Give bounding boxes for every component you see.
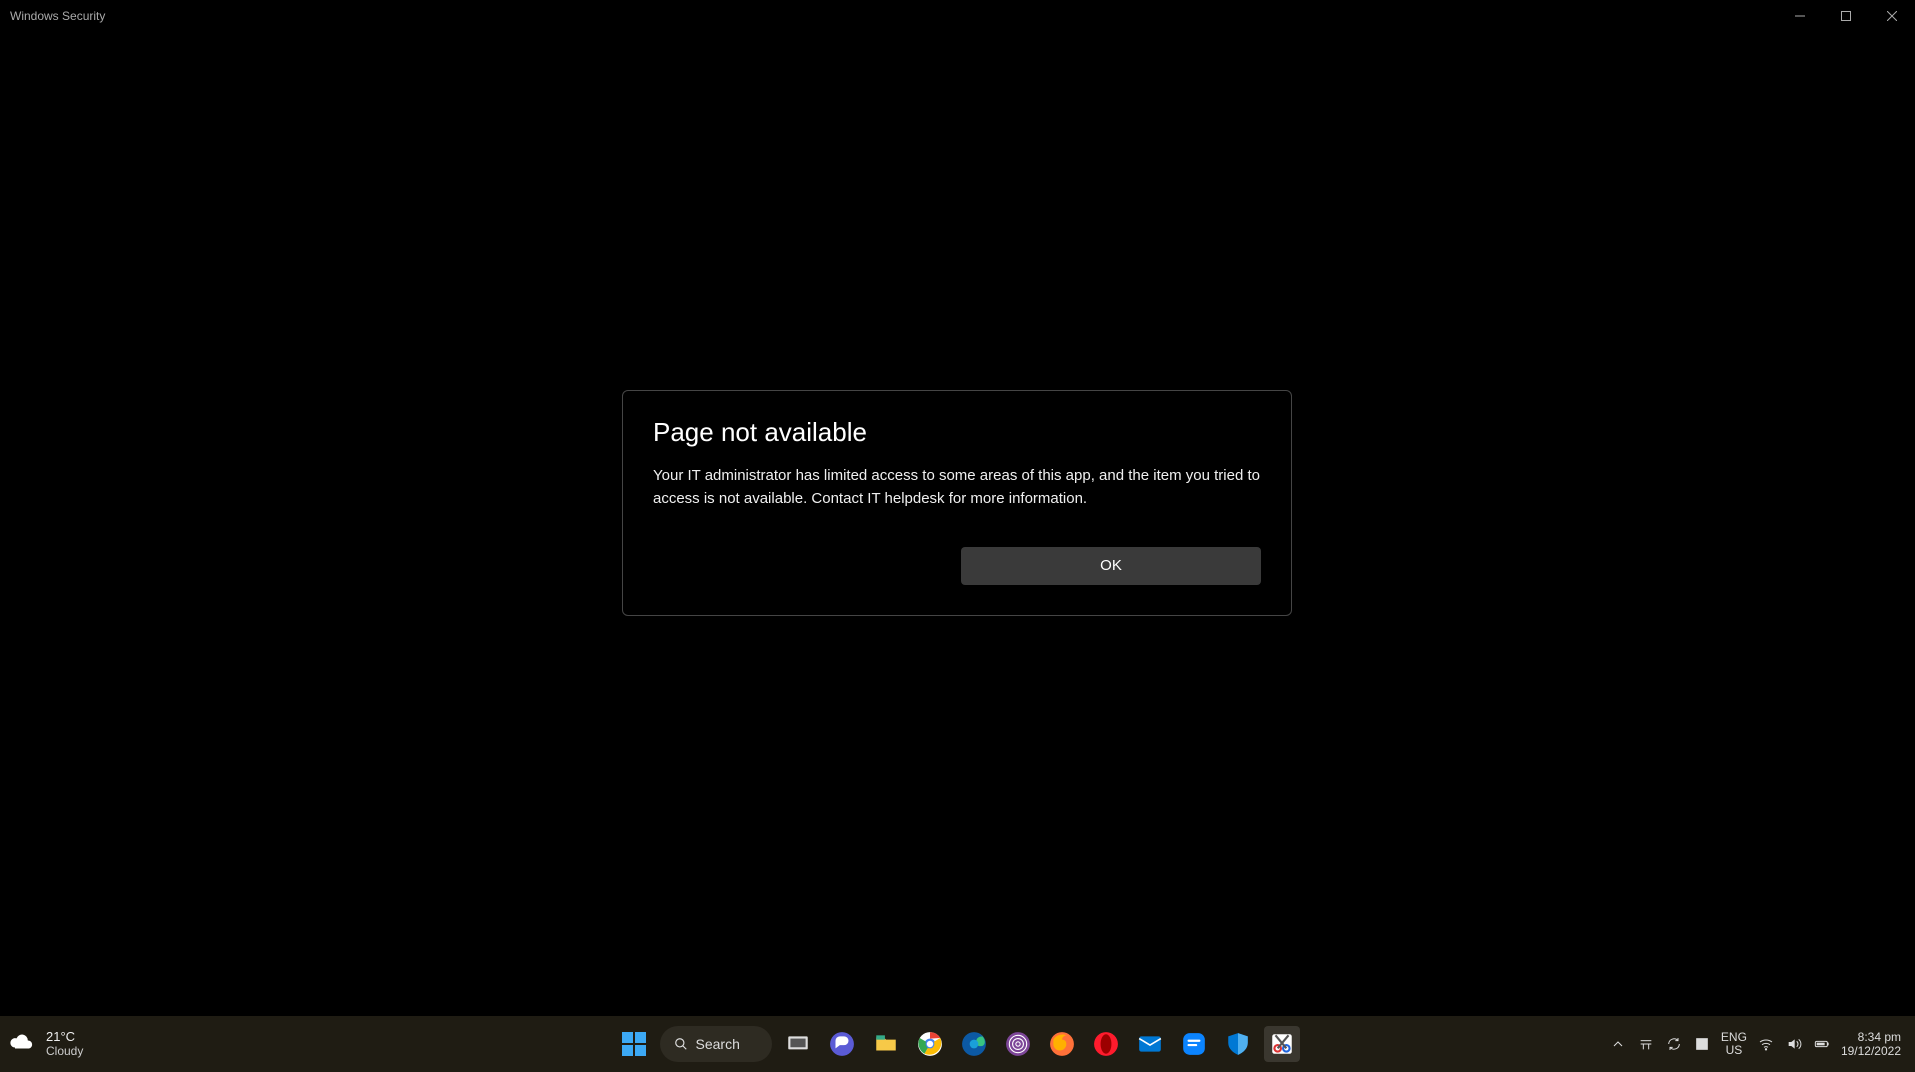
window-title: Windows Security	[10, 9, 105, 23]
search-label: Search	[696, 1036, 740, 1052]
tray-chevron-icon[interactable]	[1609, 1035, 1627, 1053]
taskbar: 21°C Cloudy Search	[0, 1016, 1915, 1072]
weather-text: 21°C Cloudy	[46, 1030, 83, 1057]
window-controls	[1777, 0, 1915, 32]
mail-icon[interactable]	[1132, 1026, 1168, 1062]
weather-icon	[8, 1030, 36, 1058]
svg-text:M: M	[1699, 1042, 1705, 1049]
maximize-button[interactable]	[1823, 0, 1869, 32]
windows-logo-icon	[622, 1032, 646, 1056]
battery-icon[interactable]	[1813, 1035, 1831, 1053]
minimize-button[interactable]	[1777, 0, 1823, 32]
dialog-body: Your IT administrator has limited access…	[653, 464, 1261, 511]
taskbar-right: M ENG US 8:34 pm 19/12/2022	[1609, 1030, 1907, 1059]
firefox-icon[interactable]	[1044, 1026, 1080, 1062]
edge-icon[interactable]	[956, 1026, 992, 1062]
volume-icon[interactable]	[1785, 1035, 1803, 1053]
weather-desc: Cloudy	[46, 1045, 83, 1058]
taskbar-search[interactable]: Search	[660, 1026, 772, 1062]
tray-input-icon[interactable]	[1637, 1035, 1655, 1053]
tor-icon[interactable]	[1000, 1026, 1036, 1062]
snipping-tool-icon[interactable]	[1264, 1026, 1300, 1062]
page-not-available-dialog: Page not available Your IT administrator…	[622, 390, 1292, 616]
ok-button[interactable]: OK	[961, 547, 1261, 585]
close-button[interactable]	[1869, 0, 1915, 32]
taskbar-left[interactable]: 21°C Cloudy	[8, 1030, 248, 1058]
tray-app-icon[interactable]: M	[1693, 1035, 1711, 1053]
clock-date: 19/12/2022	[1841, 1044, 1901, 1058]
taskbar-clock[interactable]: 8:34 pm 19/12/2022	[1841, 1030, 1907, 1059]
search-icon	[674, 1037, 688, 1051]
title-bar: Windows Security	[0, 0, 1915, 32]
language-indicator[interactable]: ENG US	[1721, 1031, 1747, 1057]
chrome-icon[interactable]	[912, 1026, 948, 1062]
weather-temp: 21°C	[46, 1030, 83, 1044]
file-explorer-icon[interactable]	[868, 1026, 904, 1062]
windows-security-icon[interactable]	[1220, 1026, 1256, 1062]
dialog-heading: Page not available	[653, 417, 1261, 448]
start-button[interactable]	[616, 1026, 652, 1062]
opera-icon[interactable]	[1088, 1026, 1124, 1062]
wifi-icon[interactable]	[1757, 1035, 1775, 1053]
messaging-icon[interactable]	[1176, 1026, 1212, 1062]
chat-icon[interactable]	[824, 1026, 860, 1062]
tray-sync-icon[interactable]	[1665, 1035, 1683, 1053]
clock-time: 8:34 pm	[1858, 1030, 1901, 1044]
taskbar-center: Search	[616, 1026, 1300, 1062]
task-view-icon[interactable]	[780, 1026, 816, 1062]
lang-bottom: US	[1726, 1044, 1743, 1057]
